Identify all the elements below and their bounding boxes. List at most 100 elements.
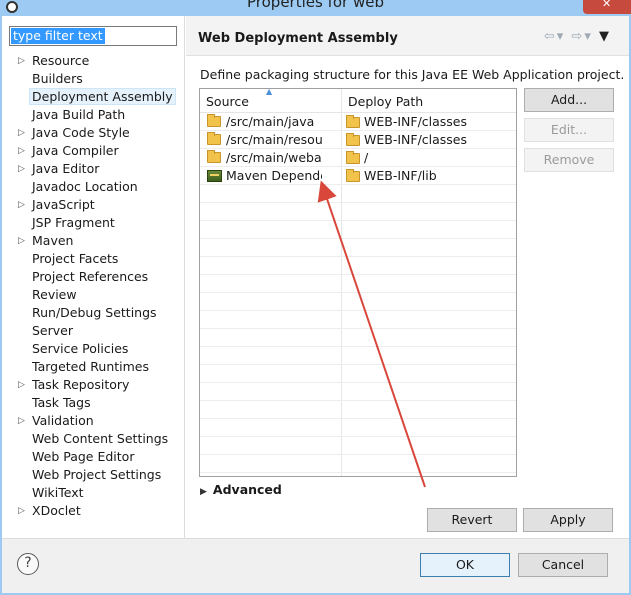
expand-arrow-icon[interactable]: ▷	[18, 232, 28, 250]
ok-button[interactable]: OK	[420, 553, 510, 577]
table-row[interactable]	[200, 257, 516, 275]
nav-item-label: Task Repository	[32, 377, 130, 392]
expand-arrow-icon[interactable]: ▷	[18, 376, 28, 394]
nav-item[interactable]: Task Tags	[2, 394, 185, 412]
table-row[interactable]	[200, 401, 516, 419]
view-menu-icon[interactable]: ▼	[599, 29, 611, 44]
deploy-path-cell: WEB-INF/classes	[346, 131, 516, 149]
nav-item-label: JSP Fragment	[32, 215, 115, 230]
nav-item[interactable]: ▷ Java Code Style	[2, 124, 185, 142]
nav-item[interactable]: Web Project Settings	[2, 466, 185, 484]
nav-item[interactable]: ▷ Java Editor	[2, 160, 185, 178]
nav-item-label: Project Facets	[32, 251, 119, 266]
nav-item[interactable]: ▷ Task Repository	[2, 376, 185, 394]
window-close-button[interactable]	[583, 0, 631, 14]
expand-arrow-icon[interactable]: ▷	[18, 196, 28, 214]
advanced-section-toggle[interactable]: ▶ Advanced	[200, 482, 282, 497]
expand-arrow-icon[interactable]: ▷	[18, 124, 28, 142]
cancel-button[interactable]: Cancel	[518, 553, 608, 577]
filter-input-text: type filter text	[11, 28, 105, 44]
table-row[interactable]	[200, 455, 516, 473]
table-row[interactable]	[200, 437, 516, 455]
table-row[interactable]: Maven Dependencies WEB-INF/lib	[200, 167, 516, 185]
folder-icon	[346, 115, 360, 128]
edit-button[interactable]: Edit...	[524, 118, 614, 142]
nav-item[interactable]: Project Facets	[2, 250, 185, 268]
nav-item[interactable]: JSP Fragment	[2, 214, 185, 232]
nav-item[interactable]: Project References	[2, 268, 185, 286]
forward-dropdown-icon[interactable]: ▾	[584, 29, 593, 44]
nav-item[interactable]: Web Page Editor	[2, 448, 185, 466]
remove-button[interactable]: Remove	[524, 148, 614, 172]
expand-arrow-icon[interactable]: ▷	[18, 412, 28, 430]
table-row[interactable]	[200, 347, 516, 365]
expand-arrow-icon[interactable]: ▷	[18, 502, 28, 520]
nav-item[interactable]: Javadoc Location	[2, 178, 185, 196]
source-cell: /src/main/webapp	[207, 149, 341, 167]
table-row[interactable]	[200, 293, 516, 311]
expand-arrow-icon[interactable]: ▷	[18, 142, 28, 160]
nav-item-label: Web Content Settings	[32, 431, 169, 446]
nav-item[interactable]: ▷ Java Compiler	[2, 142, 185, 160]
nav-item[interactable]: ▷ JavaScript	[2, 196, 185, 214]
nav-item-label: Java Build Path	[32, 107, 126, 122]
nav-item[interactable]: ▷ Validation	[2, 412, 185, 430]
nav-item[interactable]: Targeted Runtimes	[2, 358, 185, 376]
panel-title: Web Deployment Assembly	[198, 31, 398, 46]
column-divider[interactable]	[341, 89, 342, 113]
table-row[interactable]	[200, 275, 516, 293]
table-row[interactable]	[200, 239, 516, 257]
filter-input[interactable]: type filter text	[9, 26, 177, 46]
table-row[interactable]	[200, 221, 516, 239]
nav-item-label: Validation	[32, 413, 94, 428]
apply-button[interactable]: Apply	[523, 508, 613, 532]
folder-icon	[346, 133, 360, 146]
nav-item[interactable]: ▷ Maven	[2, 232, 185, 250]
source-path: /src/main/resources	[226, 132, 322, 147]
table-row[interactable]	[200, 383, 516, 401]
nav-item-label: Run/Debug Settings	[32, 305, 157, 320]
add-button[interactable]: Add...	[524, 88, 614, 112]
column-header-source[interactable]: Source	[206, 94, 249, 109]
folder-icon	[207, 114, 221, 127]
deploy-path: WEB-INF/lib	[364, 168, 437, 183]
table-row[interactable]: /src/main/webapp /	[200, 149, 516, 167]
table-row[interactable]	[200, 185, 516, 203]
table-row[interactable]	[200, 203, 516, 221]
revert-button[interactable]: Revert	[427, 508, 517, 532]
assembly-table[interactable]: Source ▲ Deploy Path /src/main/java WEB-I…	[199, 88, 517, 477]
nav-item[interactable]: Java Build Path	[2, 106, 185, 124]
expand-triangle-icon: ▶	[200, 487, 207, 497]
nav-item[interactable]: ▷ XDoclet	[2, 502, 185, 520]
table-row[interactable]: /src/main/resources WEB-INF/classes	[200, 131, 516, 149]
deploy-path-cell: WEB-INF/classes	[346, 113, 516, 131]
table-row[interactable]: /src/main/java WEB-INF/classes	[200, 113, 516, 131]
nav-item[interactable]: Run/Debug Settings	[2, 304, 185, 322]
property-page-nav: type filter text ▷ Resource Builders Deploy…	[2, 16, 185, 538]
help-icon[interactable]: ?	[17, 553, 39, 575]
table-row[interactable]	[200, 365, 516, 383]
nav-item[interactable]: Builders	[2, 70, 185, 88]
source-path: /src/main/webapp	[226, 150, 322, 165]
table-row[interactable]	[200, 419, 516, 437]
back-arrow-icon[interactable]: ⇦	[544, 29, 557, 44]
table-row[interactable]	[200, 311, 516, 329]
source-cell: /src/main/resources	[207, 131, 341, 149]
expand-arrow-icon[interactable]: ▷	[18, 160, 28, 178]
nav-item[interactable]: Review	[2, 286, 185, 304]
table-row[interactable]	[200, 329, 516, 347]
nav-item[interactable]: Web Content Settings	[2, 430, 185, 448]
nav-item[interactable]: Deployment Assembly	[2, 88, 185, 106]
forward-arrow-icon[interactable]: ⇨	[571, 29, 584, 44]
table-header: Source ▲ Deploy Path	[200, 89, 516, 113]
expand-arrow-icon[interactable]: ▷	[18, 52, 28, 70]
nav-item[interactable]: ▷ Resource	[2, 52, 185, 70]
nav-item-label: Maven	[32, 233, 74, 248]
nav-item[interactable]: Server	[2, 322, 185, 340]
nav-item[interactable]: WikiText	[2, 484, 185, 502]
nav-item[interactable]: Service Policies	[2, 340, 185, 358]
column-header-deploy-path[interactable]: Deploy Path	[348, 94, 423, 109]
back-dropdown-icon[interactable]: ▾	[557, 29, 566, 44]
window-title: Properties for web	[247, 0, 384, 11]
title-bar: Properties for web	[0, 0, 631, 16]
